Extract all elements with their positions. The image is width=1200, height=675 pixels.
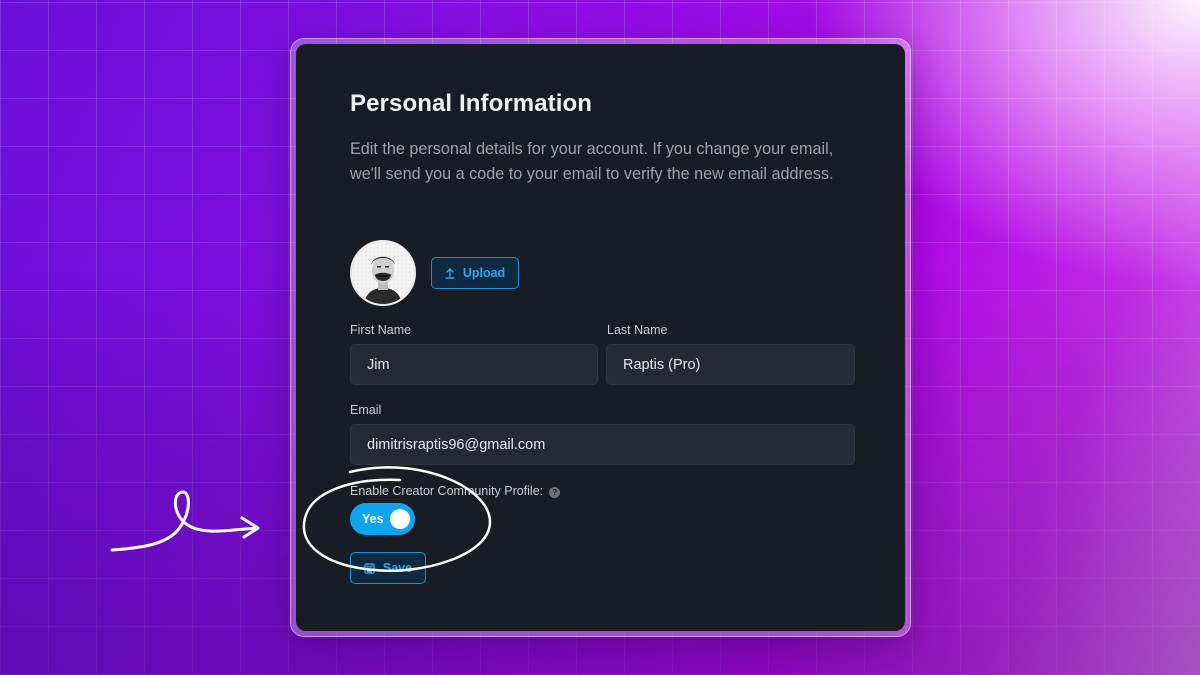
avatar <box>350 240 416 306</box>
upload-button-label: Upload <box>462 266 506 280</box>
creator-profile-label-text: Enable Creator Community Profile: <box>350 484 544 498</box>
floppy-disk-icon <box>364 562 375 574</box>
upload-button[interactable]: Upload <box>431 257 519 289</box>
first-name-field[interactable]: Jim <box>350 344 598 385</box>
creator-profile-toggle[interactable]: Yes <box>350 503 415 535</box>
question-icon[interactable]: ? <box>549 487 561 498</box>
email-field[interactable]: dimitrisraptis96@gmail.com <box>350 424 855 465</box>
creator-profile-label: Enable Creator Community Profile:? <box>350 484 561 498</box>
last-name-label: Last Name <box>607 323 668 337</box>
section-description: Edit the personal details for your accou… <box>350 140 834 183</box>
email-label: Email <box>350 403 382 417</box>
upload-icon <box>445 267 455 279</box>
avatar-image <box>352 242 414 304</box>
first-name-label: First Name <box>350 323 412 337</box>
toggle-label: Yes <box>362 512 384 526</box>
toggle-knob <box>390 509 410 529</box>
page-title: Personal Information <box>350 90 593 117</box>
save-button-label: Save <box>382 561 413 575</box>
settings-card <box>296 44 905 631</box>
last-name-field[interactable]: Raptis (Pro) <box>606 344 855 385</box>
save-button[interactable]: Save <box>350 552 426 584</box>
